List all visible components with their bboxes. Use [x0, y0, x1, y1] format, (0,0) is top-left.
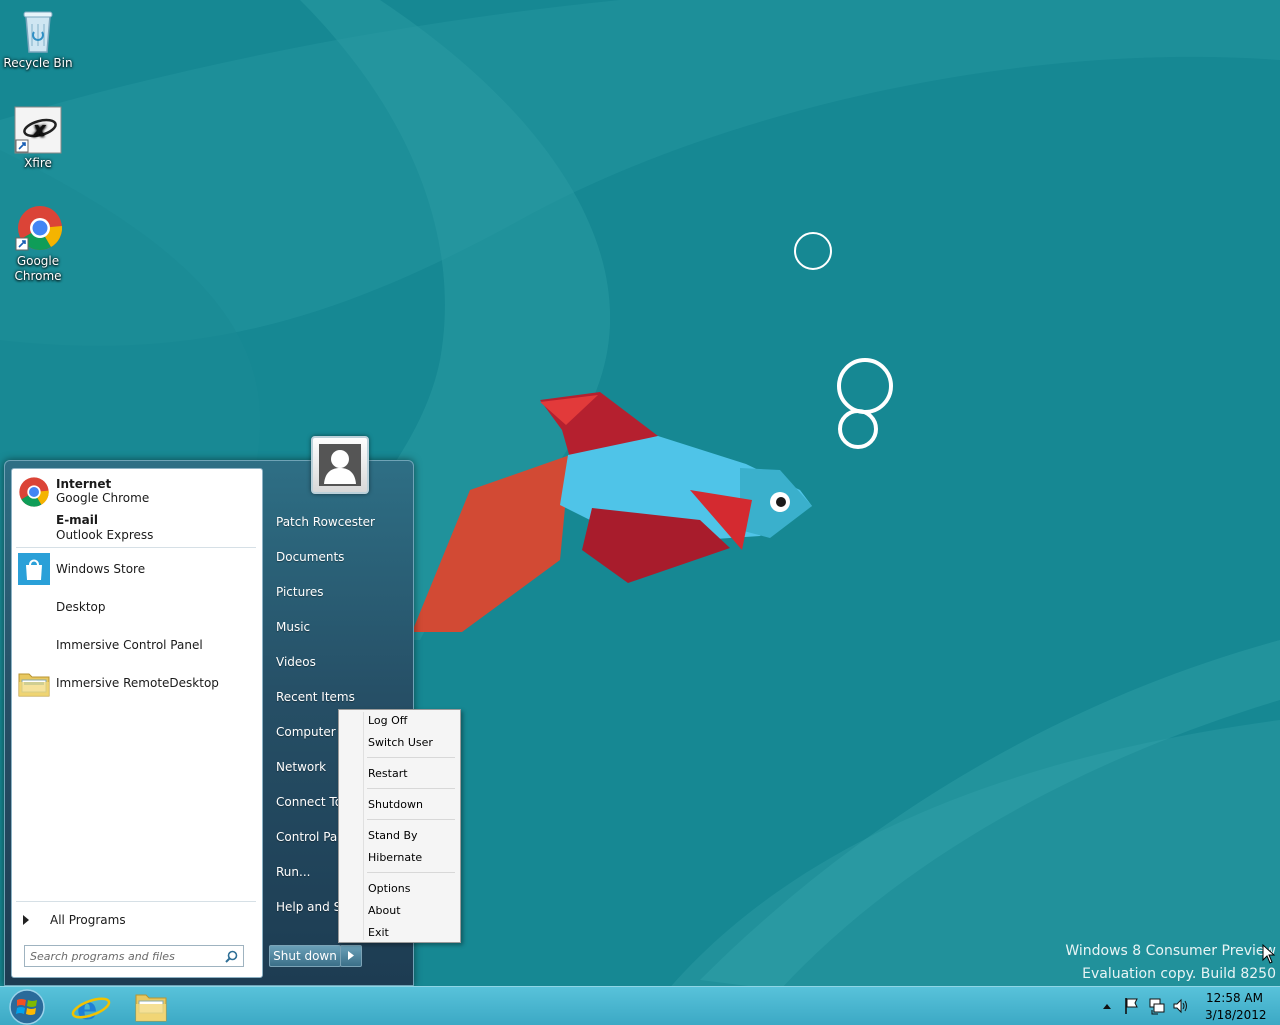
menu-separator: [367, 757, 455, 758]
program-immersive-control-panel[interactable]: Immersive Control Panel: [16, 629, 256, 663]
places-item-documents[interactable]: Documents: [276, 550, 344, 564]
folder-icon: [135, 994, 167, 1022]
arrow-right-icon: [348, 951, 354, 960]
google-chrome-label-line2: Chrome: [14, 269, 62, 283]
watermark-line1: Windows 8 Consumer Preview: [1065, 943, 1276, 959]
svg-text:e: e: [77, 989, 97, 1025]
recycle-bin-shortcut[interactable]: Recycle Bin: [0, 6, 76, 71]
internet-explorer-icon: e: [71, 989, 111, 1025]
taskbar-file-explorer[interactable]: [128, 989, 174, 1025]
xfire-shortcut[interactable]: x Xfire: [0, 106, 76, 171]
all-programs-separator: [16, 901, 256, 902]
pinned-separator: [16, 547, 256, 548]
pinned-email[interactable]: E-mail Outlook Express: [16, 513, 256, 547]
menu-item-about[interactable]: About: [368, 904, 401, 917]
windows-store-icon: [18, 553, 50, 585]
recycle-bin-label: Recycle Bin: [3, 56, 73, 70]
volume-icon[interactable]: [1172, 997, 1190, 1015]
search-input[interactable]: Search programs and files: [24, 945, 244, 967]
pinned-internet[interactable]: Internet Google Chrome: [16, 475, 256, 509]
network-icon[interactable]: [1148, 997, 1166, 1015]
menu-separator: [367, 872, 455, 873]
menu-item-options[interactable]: Options: [368, 882, 410, 895]
program-immersive-remotedesktop[interactable]: Immersive RemoteDesktop: [16, 667, 256, 701]
pinned-internet-subtitle: Google Chrome: [56, 491, 150, 505]
shutdown-button[interactable]: Shut down: [269, 945, 341, 967]
menu-item-shutdown[interactable]: Shutdown: [368, 798, 423, 811]
menu-item-hibernate[interactable]: Hibernate: [368, 851, 422, 864]
program-windows-store-label: Windows Store: [56, 562, 146, 576]
chrome-icon: [14, 204, 63, 252]
menu-item-stand-by[interactable]: Stand By: [368, 829, 418, 842]
program-immersive-control-panel-label: Immersive Control Panel: [56, 638, 203, 652]
start-menu-programs-pane: Internet Google Chrome E-mail Outlook Ex…: [11, 468, 263, 978]
places-item-run[interactable]: Run...: [276, 865, 310, 879]
xfire-icon: x: [14, 106, 62, 154]
menu-item-exit[interactable]: Exit: [368, 926, 389, 939]
taskbar-internet-explorer[interactable]: e: [68, 989, 114, 1025]
shutdown-context-menu: Log Off Switch User Restart Shutdown Sta…: [338, 709, 461, 943]
action-center-flag-icon[interactable]: [1124, 997, 1140, 1015]
all-programs-button[interactable]: All Programs: [16, 909, 256, 931]
shutdown-button-label: Shut down: [273, 949, 337, 963]
watermark-line2: Evaluation copy. Build 8250: [1082, 966, 1276, 982]
google-chrome-label-line1: Google: [16, 254, 60, 268]
menu-item-switch-user[interactable]: Switch User: [368, 736, 433, 749]
places-item-pictures[interactable]: Pictures: [276, 585, 324, 599]
google-chrome-shortcut[interactable]: Google Chrome: [0, 204, 76, 284]
places-item-user[interactable]: Patch Rowcester: [276, 515, 375, 529]
pinned-email-title: E-mail: [56, 513, 99, 527]
show-hidden-icons-icon[interactable]: [1102, 1002, 1112, 1010]
places-item-network[interactable]: Network: [276, 760, 326, 774]
all-programs-label: All Programs: [50, 913, 126, 927]
recycle-bin-icon: [14, 6, 62, 54]
chrome-icon: [18, 476, 50, 508]
clock-date[interactable]: 3/18/2012: [1205, 1008, 1267, 1022]
places-item-computer[interactable]: Computer: [276, 725, 336, 739]
arrow-right-icon: [23, 915, 29, 925]
places-item-connect-to[interactable]: Connect To: [276, 795, 342, 809]
menu-separator: [367, 788, 455, 789]
xfire-label: Xfire: [24, 156, 52, 170]
desktop: Recycle Bin x Xfire Google Chrome Window…: [0, 0, 1280, 1025]
clock-time[interactable]: 12:58 AM: [1206, 991, 1263, 1005]
menu-separator: [367, 819, 455, 820]
places-item-recent-items[interactable]: Recent Items: [276, 690, 355, 704]
program-immersive-remotedesktop-label: Immersive RemoteDesktop: [56, 676, 219, 690]
folder-icon: [18, 668, 50, 700]
pinned-internet-title: Internet: [56, 477, 112, 491]
windows-logo-icon: [9, 989, 45, 1025]
places-item-videos[interactable]: Videos: [276, 655, 316, 669]
search-placeholder: Search programs and files: [30, 950, 175, 963]
svg-text:x: x: [32, 117, 47, 141]
taskbar: e 12:58 AM 3/18/2012: [0, 986, 1280, 1025]
mouse-cursor: [1262, 944, 1276, 964]
search-icon: [225, 950, 238, 963]
program-windows-store[interactable]: Windows Store: [16, 553, 256, 587]
program-desktop-label: Desktop: [56, 600, 106, 614]
menu-item-log-off[interactable]: Log Off: [368, 714, 407, 727]
program-desktop[interactable]: Desktop: [16, 591, 256, 625]
places-item-music[interactable]: Music: [276, 620, 310, 634]
start-button[interactable]: [5, 989, 49, 1025]
pinned-email-subtitle: Outlook Express: [56, 528, 154, 542]
menu-item-restart[interactable]: Restart: [368, 767, 408, 780]
shutdown-options-button[interactable]: [340, 945, 362, 967]
